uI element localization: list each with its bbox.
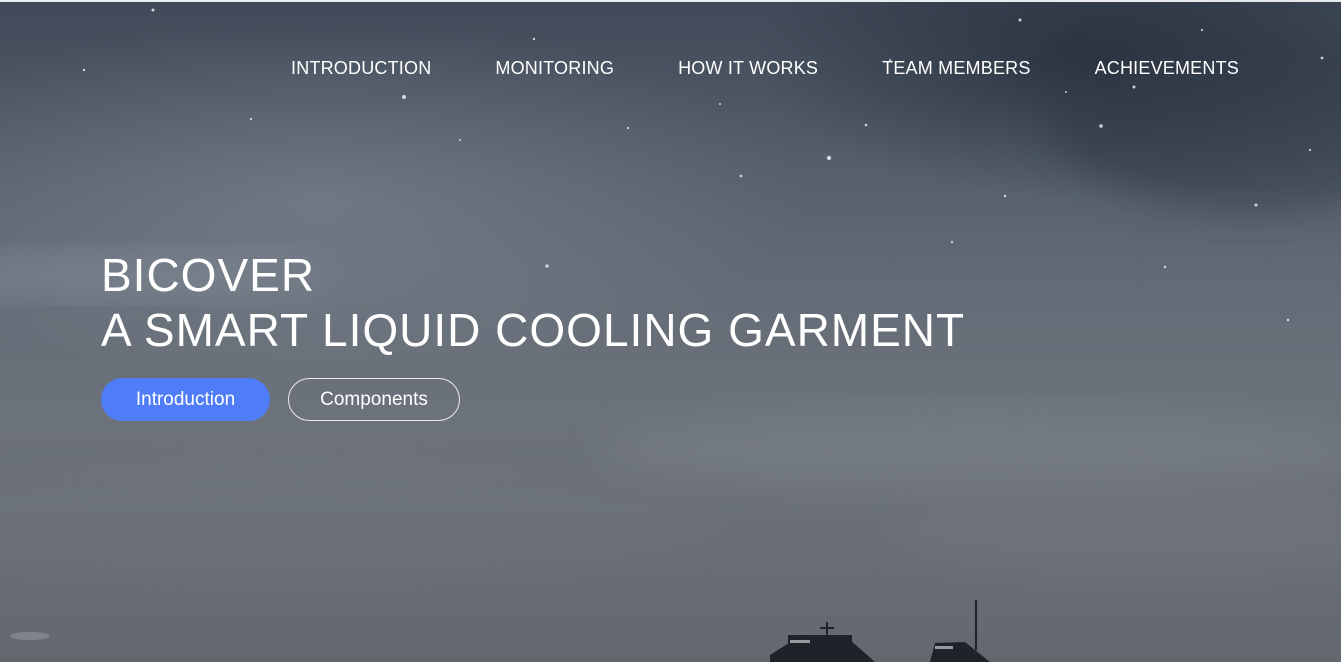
hero-title-line-2: A SMART LIQUID COOLING GARMENT <box>101 304 966 356</box>
hero-title-line-1: BICOVER <box>101 249 316 301</box>
nav-item-introduction[interactable]: INTRODUCTION <box>291 58 431 79</box>
nav-item-monitoring[interactable]: MONITORING <box>495 58 614 79</box>
nav-item-achievements[interactable]: ACHIEVEMENTS <box>1095 58 1239 79</box>
main-nav: INTRODUCTION MONITORING HOW IT WORKS TEA… <box>291 58 1239 79</box>
hero-title: BICOVER A SMART LIQUID COOLING GARMENT <box>101 248 965 358</box>
introduction-button[interactable]: Introduction <box>101 378 270 421</box>
nav-item-team-members[interactable]: TEAM MEMBERS <box>882 58 1030 79</box>
components-button[interactable]: Components <box>288 378 460 421</box>
nav-item-how-it-works[interactable]: HOW IT WORKS <box>678 58 818 79</box>
hero-buttons: Introduction Components <box>101 378 460 421</box>
hero-section: INTRODUCTION MONITORING HOW IT WORKS TEA… <box>0 0 1341 662</box>
